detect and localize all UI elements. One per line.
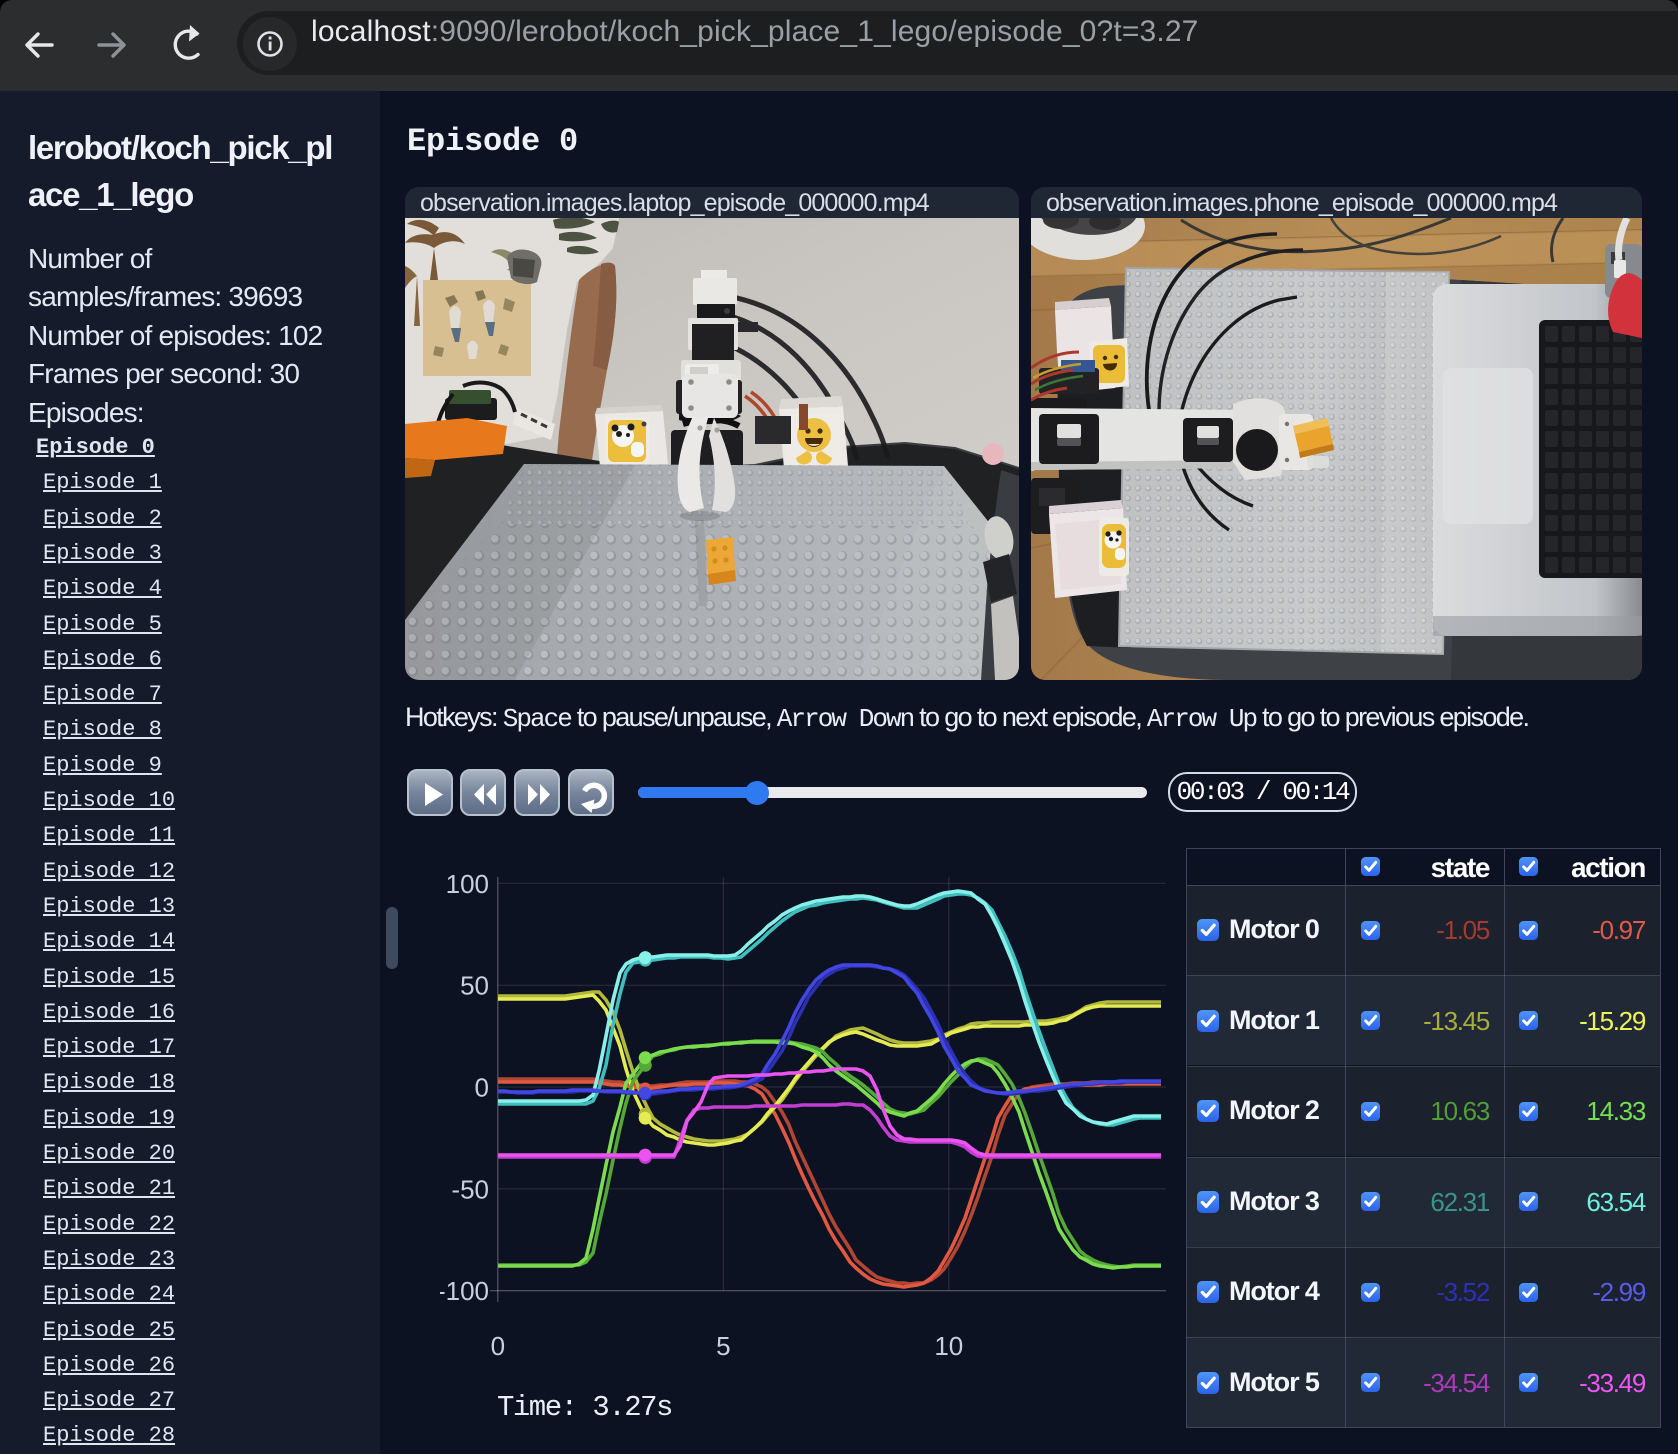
svg-text:-50: -50 bbox=[451, 1174, 489, 1204]
svg-text:0: 0 bbox=[475, 1073, 489, 1103]
svg-text:50: 50 bbox=[460, 971, 489, 1001]
svg-text:100: 100 bbox=[446, 869, 489, 899]
svg-text:-100: -100 bbox=[440, 1276, 489, 1306]
svg-text:10: 10 bbox=[934, 1331, 963, 1361]
svg-text:5: 5 bbox=[716, 1331, 730, 1361]
svg-text:0: 0 bbox=[491, 1331, 505, 1361]
